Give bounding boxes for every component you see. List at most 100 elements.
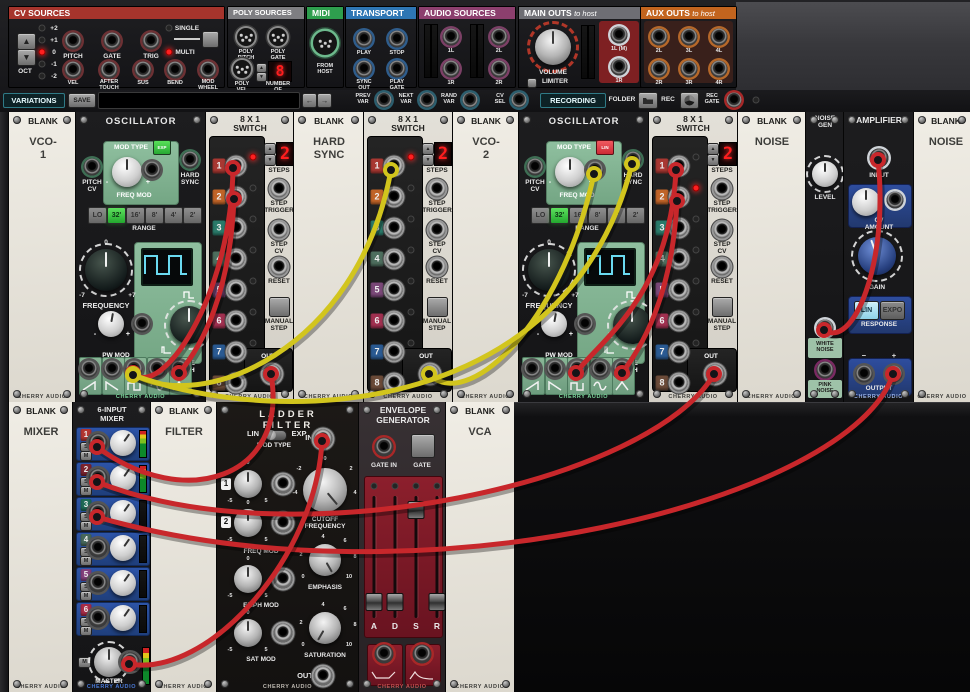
- audio-1l-jack[interactable]: [443, 29, 460, 46]
- env-out-jack[interactable]: [413, 645, 432, 664]
- mute-button[interactable]: M: [80, 486, 92, 496]
- range-button-4[interactable]: 4': [164, 207, 183, 224]
- aftertouch-jack[interactable]: [101, 62, 118, 79]
- main-out-1l-jack[interactable]: [611, 27, 628, 44]
- mod-type-button[interactable]: EXP: [153, 140, 171, 155]
- audio-2l-jack[interactable]: [491, 29, 508, 46]
- mixer-in-6-jack[interactable]: [89, 609, 108, 628]
- range-button-lo[interactable]: LO: [88, 207, 107, 224]
- channel-4-level-knob[interactable]: [110, 535, 136, 561]
- freq-mod-1-knob[interactable]: [234, 470, 262, 498]
- attack-slider-handle[interactable]: [366, 593, 383, 611]
- step-cv-jack[interactable]: [429, 222, 446, 239]
- reset-jack[interactable]: [429, 259, 446, 276]
- channel-5-level-knob[interactable]: [110, 570, 136, 596]
- inverted-env-out-jack[interactable]: [375, 645, 394, 664]
- manual-step-button[interactable]: [427, 297, 448, 317]
- switch-in-1-jack[interactable]: [386, 158, 403, 175]
- switch-in-5-jack[interactable]: [671, 282, 688, 299]
- range-button-32[interactable]: 32': [107, 207, 126, 224]
- mod-wheel-jack[interactable]: [200, 62, 217, 79]
- pw-mod-jack[interactable]: [577, 316, 594, 333]
- steps-down-button[interactable]: ▼: [422, 154, 434, 166]
- step-trigger-jack[interactable]: [271, 181, 288, 198]
- switch-in-6-jack[interactable]: [671, 313, 688, 330]
- gate-button[interactable]: [411, 434, 435, 458]
- sync-out-jack[interactable]: [356, 61, 373, 78]
- channel-2-level-knob[interactable]: [110, 465, 136, 491]
- channel-3-level-knob[interactable]: [110, 500, 136, 526]
- channel-1-level-knob[interactable]: [110, 430, 136, 456]
- switch-in-7-jack[interactable]: [228, 344, 245, 361]
- cv-amount-knob[interactable]: [852, 188, 880, 216]
- aux-2l-jack[interactable]: [651, 29, 668, 46]
- play-jack[interactable]: [356, 31, 373, 48]
- ladder-in-jack[interactable]: [314, 430, 333, 449]
- freq-mod-2-knob[interactable]: [234, 509, 262, 537]
- freq-mod-2-jack[interactable]: [274, 514, 293, 533]
- poly-pitch-socket[interactable]: [237, 28, 255, 46]
- switch-in-6-jack[interactable]: [386, 313, 403, 330]
- single-multi-button[interactable]: [202, 31, 219, 48]
- switch-in-7-jack[interactable]: [671, 344, 688, 361]
- pitch-jack[interactable]: [65, 33, 82, 50]
- range-button-8[interactable]: 8': [145, 207, 164, 224]
- pulse-width-knob[interactable]: [613, 306, 648, 344]
- hard-sync-jack[interactable]: [182, 152, 199, 169]
- pulse-width-knob[interactable]: [170, 306, 205, 344]
- cutoff-knob[interactable]: [303, 468, 347, 512]
- saturation-knob[interactable]: [309, 612, 341, 644]
- stop-jack[interactable]: [389, 31, 406, 48]
- variation-name-field[interactable]: [98, 92, 300, 109]
- switch-in-3-jack[interactable]: [228, 220, 245, 237]
- freq-mod-knob[interactable]: [112, 157, 142, 187]
- range-button-16[interactable]: 16': [569, 207, 588, 224]
- next-var-jack[interactable]: [420, 93, 435, 108]
- gate-in-jack[interactable]: [375, 438, 394, 457]
- switch-in-4-jack[interactable]: [228, 251, 245, 268]
- amp-output-plus-jack[interactable]: [886, 366, 903, 383]
- aux-3l-jack[interactable]: [681, 29, 698, 46]
- rand-var-jack[interactable]: [463, 93, 478, 108]
- octave-up-button[interactable]: ▲: [17, 33, 36, 50]
- master-knob[interactable]: [94, 647, 124, 677]
- range-button-2[interactable]: 2': [183, 207, 202, 224]
- switch-in-5-jack[interactable]: [228, 282, 245, 299]
- range-button-8[interactable]: 8': [588, 207, 607, 224]
- switch-in-4-jack[interactable]: [386, 251, 403, 268]
- mod-type-button[interactable]: LIN: [596, 140, 614, 155]
- range-button-lo[interactable]: LO: [531, 207, 550, 224]
- emphasis-knob[interactable]: [309, 544, 341, 576]
- switch-in-2-jack[interactable]: [228, 189, 245, 206]
- ramp-out-jack[interactable]: [547, 361, 564, 378]
- freq-mod-1-jack[interactable]: [274, 475, 293, 494]
- cv-sel-jack[interactable]: [512, 93, 527, 108]
- channel-6-level-knob[interactable]: [110, 605, 136, 631]
- saw-out-jack[interactable]: [524, 361, 541, 378]
- range-button-2[interactable]: 2': [626, 207, 645, 224]
- mixer-in-2-jack[interactable]: [89, 469, 108, 488]
- mute-button[interactable]: M: [80, 451, 92, 461]
- amp-input-jack[interactable]: [870, 149, 889, 168]
- poly-vel-socket[interactable]: [233, 60, 251, 78]
- frequency-knob[interactable]: [528, 249, 570, 291]
- sus-jack[interactable]: [135, 62, 152, 79]
- switch-in-7-jack[interactable]: [386, 344, 403, 361]
- manual-step-button[interactable]: [712, 297, 733, 317]
- sine-out-jack[interactable]: [149, 361, 166, 378]
- pw-mod-jack[interactable]: [134, 316, 151, 333]
- trig-jack[interactable]: [143, 33, 160, 50]
- decay-slider-handle[interactable]: [387, 593, 404, 611]
- switch-in-1-jack[interactable]: [228, 158, 245, 175]
- aux-4r-jack[interactable]: [711, 61, 728, 78]
- freq-mod-jack[interactable]: [587, 162, 604, 179]
- reset-jack[interactable]: [714, 259, 731, 276]
- rec-button[interactable]: [680, 92, 699, 109]
- cv-amount-jack[interactable]: [887, 192, 904, 209]
- switch-in-2-jack[interactable]: [671, 189, 688, 206]
- pink-noise-jack[interactable]: [817, 362, 834, 379]
- range-button-4[interactable]: 4': [607, 207, 626, 224]
- switch-in-8-jack[interactable]: [386, 375, 403, 392]
- poly-gate-socket[interactable]: [269, 28, 287, 46]
- sustain-slider-handle[interactable]: [408, 501, 425, 519]
